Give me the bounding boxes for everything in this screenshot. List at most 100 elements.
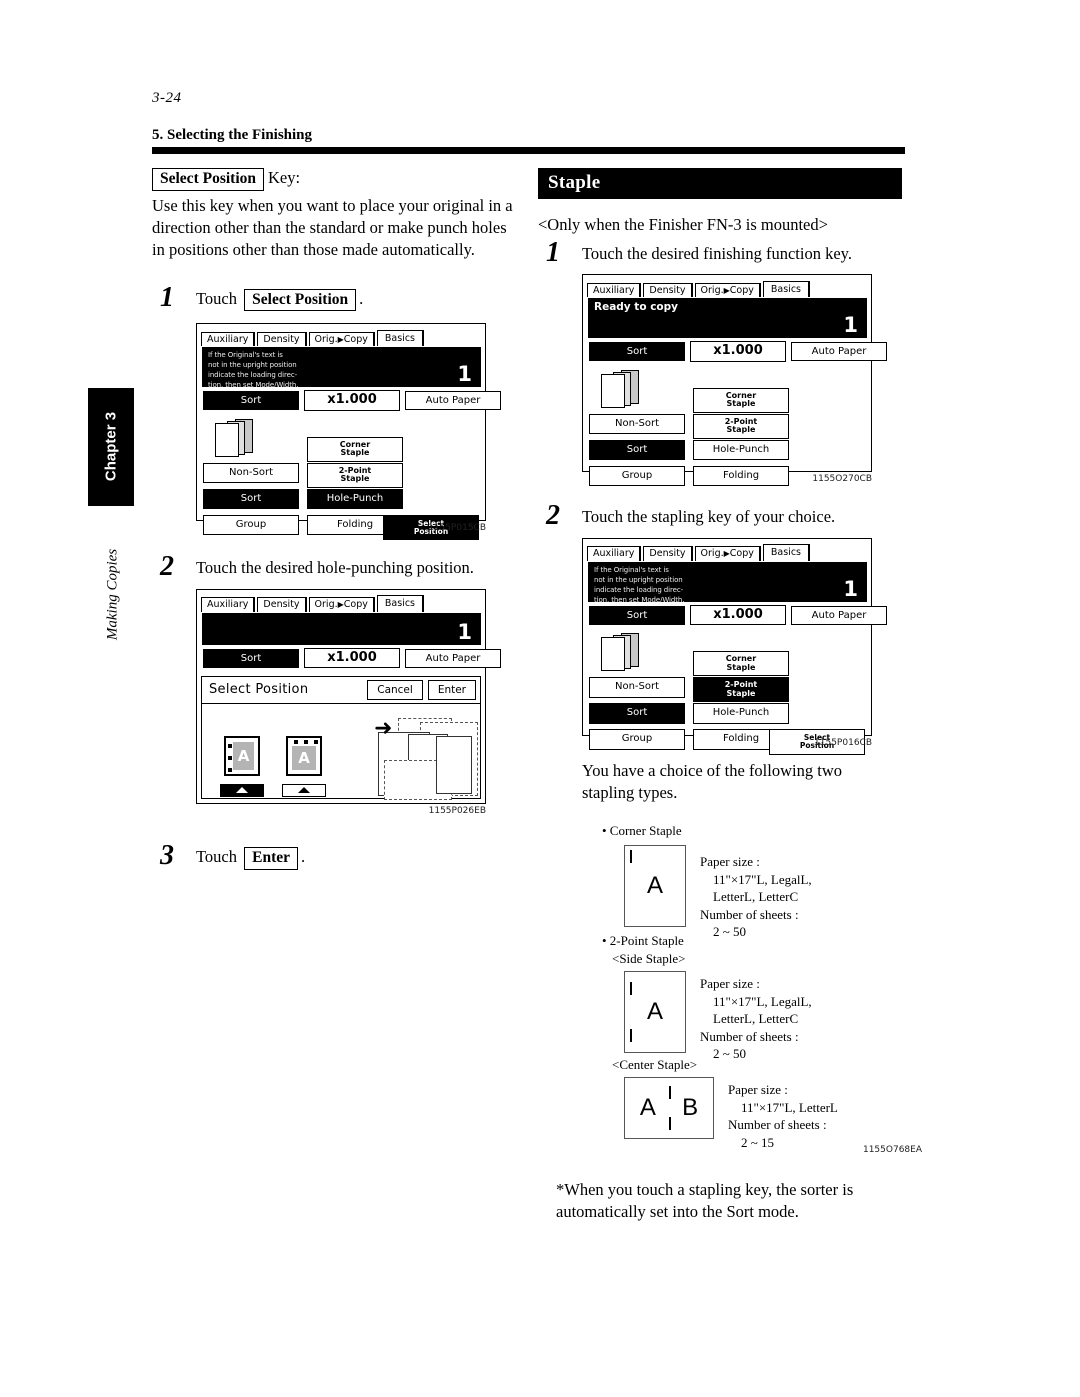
lcd3-zoom-status[interactable]: x1.000 [690, 341, 786, 362]
lcd4-tab-bar: Auxiliary Density Orig.▶Copy Basics [583, 539, 871, 561]
lcd3-paper-stack-icon [601, 369, 655, 408]
lcd4-paper-stack-icon [601, 633, 655, 672]
center-staple-letter-b: B [682, 1094, 699, 1122]
figure-4-ref: 1155P016CB [814, 737, 872, 748]
lcd3-sort-status[interactable]: Sort [589, 342, 685, 362]
lcd1-zoom-status[interactable]: x1.000 [304, 390, 400, 411]
lcd2-tab-orig-label: Orig. [314, 599, 338, 611]
lcd4-tab-density[interactable]: Density [643, 546, 692, 561]
lcd1-key-non-sort[interactable]: Non-Sort [203, 462, 299, 484]
staple-step-2-text: Touch the stapling key of your choice. [582, 507, 836, 527]
lcd-screen-1[interactable]: Auxiliary Density Orig.▶Copy Basics If t… [196, 323, 501, 541]
lcd4-key-corner-staple[interactable]: Corner Staple [693, 651, 789, 676]
lcd4-tab-auxiliary[interactable]: Auxiliary [587, 546, 641, 561]
cancel-button[interactable]: Cancel [367, 679, 423, 700]
staple-types-figure: • Corner Staple A Paper size : 11"×17"L,… [596, 823, 922, 1163]
lcd1-message-text: If the Original's text is not in the upr… [208, 351, 299, 390]
position-option-left-letter: A [233, 741, 254, 770]
lcd1-tab-basics[interactable]: Basics [376, 329, 423, 347]
center-staple-sheet-icon: A B [624, 1077, 714, 1140]
lcd3-tab-basics[interactable]: Basics [762, 280, 809, 298]
select-position-keybox: Select Position [152, 168, 264, 191]
lcd3-key-corner-staple[interactable]: Corner Staple [693, 387, 789, 413]
lcd-screen-2[interactable]: Auxiliary Density Orig.▶Copy Basics 1 So… [196, 588, 501, 804]
lcd1-tab-density[interactable]: Density [257, 331, 306, 347]
lcd1-key-sort[interactable]: Sort [203, 488, 299, 510]
lcd3-tab-orig-copy[interactable]: Orig.▶Copy [694, 282, 760, 298]
side-staple-paper-size-label: Paper size : [700, 976, 760, 992]
lcd2-sort-status[interactable]: Sort [203, 648, 299, 668]
side-staple-letter: A [646, 998, 664, 1026]
lcd2-tab-auxiliary[interactable]: Auxiliary [201, 597, 255, 612]
select-position-dialog-header: Select Position Cancel Enter [202, 677, 480, 704]
lcd3-status-row: Sort x1.000 Auto Paper [589, 341, 887, 362]
lcd2-tab-bar: Auxiliary Density Orig.▶Copy Basics [197, 590, 485, 612]
lcd3-tab-auxiliary[interactable]: Auxiliary [587, 282, 641, 298]
lcd1-tab-bar: Auxiliary Density Orig.▶Copy Basics [197, 324, 485, 347]
lcd3-key-2-point-staple[interactable]: 2-Point Staple [693, 413, 789, 439]
lcd4-key-non-sort[interactable]: Non-Sort [589, 677, 685, 698]
staple-step-1-text: Touch the desired finishing function key… [582, 244, 852, 263]
lcd3-key-non-sort[interactable]: Non-Sort [589, 413, 685, 435]
lcd3-tab-density[interactable]: Density [643, 282, 692, 298]
step-3-text-before: Touch [196, 846, 238, 866]
lcd4-zoom-status[interactable]: x1.000 [690, 604, 786, 626]
enter-button[interactable]: Enter [427, 679, 476, 700]
side-staple-sheets-value: 2 ~ 50 [713, 1046, 747, 1062]
lcd3-key-grid: Non-Sort Sort Group Corner Staple 2-Poin… [589, 368, 865, 487]
select-position-description: Use this key when you want to place your… [152, 195, 513, 260]
lcd4-sort-status[interactable]: Sort [589, 605, 685, 625]
lcd4-message-text: If the Original's text is not in the upr… [594, 565, 685, 604]
center-staple-spec: Paper size : 11"×17"L, LetterL Number of… [728, 1081, 838, 1151]
lcd4-key-group[interactable]: Group [589, 729, 685, 750]
lcd4-key-hole-punch[interactable]: Hole-Punch [693, 703, 789, 724]
lcd3-key-sort[interactable]: Sort [589, 439, 685, 461]
lcd1-tab-auxiliary[interactable]: Auxiliary [201, 331, 255, 347]
lcd4-copy-count: 1 [843, 576, 858, 601]
lcd2-tab-basics[interactable]: Basics [376, 595, 423, 612]
lcd4-key-sort[interactable]: Sort [589, 703, 685, 724]
lcd2-tab-orig-copy[interactable]: Orig.▶Copy [308, 597, 374, 612]
lcd3-key-group[interactable]: Group [589, 465, 685, 487]
position-select-left-button[interactable] [220, 783, 264, 797]
lcd4-tab-orig-copy[interactable]: Orig.▶Copy [694, 546, 760, 561]
lcd1-copy-count: 1 [457, 362, 472, 387]
figure-4-wrapper: Auxiliary Density Orig.▶Copy Basics If t… [582, 537, 887, 755]
lcd3-tab-orig-label: Orig. [700, 284, 724, 296]
header-rule [152, 147, 905, 154]
corner-staple-letter: A [646, 872, 664, 900]
lcd1-key-2-point-staple[interactable]: 2-Point Staple [307, 462, 403, 488]
lcd2-tab-copy-label: Copy [343, 599, 368, 611]
lcd1-sort-status[interactable]: Sort [203, 391, 299, 411]
lcd1-paper-status[interactable]: Auto Paper [405, 391, 501, 411]
lcd2-copy-count: 1 [457, 619, 472, 644]
lcd1-tab-orig-copy[interactable]: Orig.▶Copy [308, 331, 374, 347]
finisher-note: <Only when the Finisher FN-3 is mounted> [538, 215, 828, 234]
lcd1-key-group[interactable]: Group [203, 514, 299, 536]
lcd-screen-3[interactable]: Auxiliary Density Orig.▶Copy Basics Read… [582, 274, 887, 487]
lcd4-status-row: Sort x1.000 Auto Paper [589, 604, 887, 626]
lcd1-key-hole-punch[interactable]: Hole-Punch [307, 488, 403, 510]
lcd1-paper-stack-icon [215, 418, 269, 457]
lcd1-key-corner-staple[interactable]: Corner Staple [307, 436, 403, 462]
lcd2-tab-density[interactable]: Density [257, 597, 306, 612]
lcd-screen-4[interactable]: Auxiliary Density Orig.▶Copy Basics If t… [582, 537, 887, 755]
lcd4-paper-status[interactable]: Auto Paper [791, 605, 887, 625]
lcd4-key-2-point-staple[interactable]: 2-Point Staple [693, 677, 789, 702]
step-3-number: 3 [160, 839, 174, 871]
staple-step-1-number: 1 [546, 237, 560, 268]
lcd2-paper-status[interactable]: Auto Paper [405, 648, 501, 668]
lcd3-key-hole-punch[interactable]: Hole-Punch [693, 439, 789, 461]
lcd4-tab-basics[interactable]: Basics [762, 544, 809, 561]
lcd4-tab-orig-label: Orig. [700, 548, 724, 560]
two-point-staple-bullet: • 2-Point Staple [602, 933, 684, 949]
position-select-top-button[interactable] [282, 783, 326, 797]
section-title: 5. Selecting the Finishing [152, 127, 313, 143]
corner-staple-sheets-label: Number of sheets : [700, 906, 799, 922]
position-option-top-icon[interactable]: A [286, 735, 322, 776]
position-option-left-icon[interactable]: A [224, 735, 260, 776]
lcd4-key-grid: Non-Sort Sort Group Corner Staple 2-Poin… [589, 631, 865, 755]
lcd2-zoom-status[interactable]: x1.000 [304, 647, 400, 669]
lcd3-key-folding[interactable]: Folding [693, 465, 789, 487]
lcd3-paper-status[interactable]: Auto Paper [791, 342, 887, 362]
